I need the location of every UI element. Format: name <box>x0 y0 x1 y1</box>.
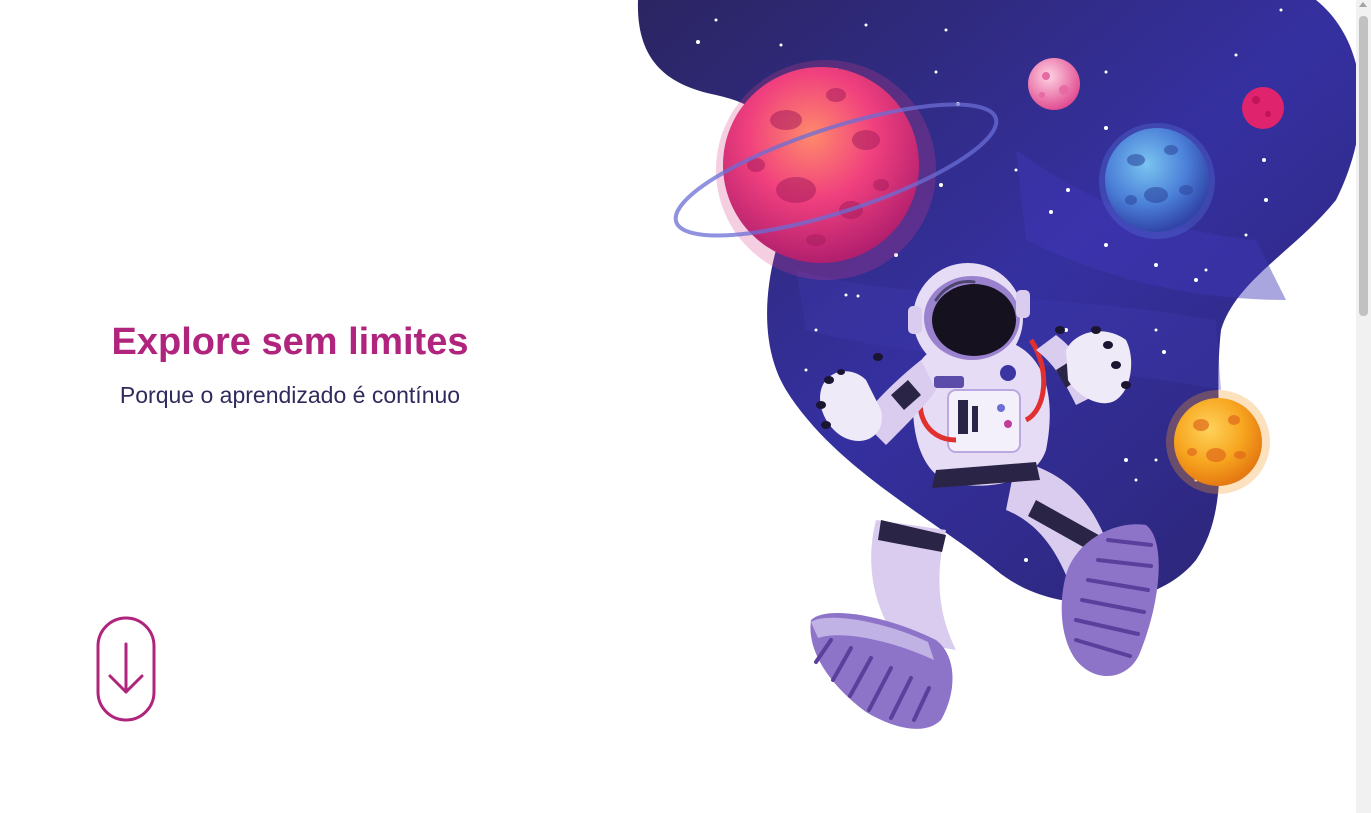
scroll-up-arrow-icon[interactable] <box>1359 2 1367 7</box>
landing-page: Explore sem limites Porque o aprendizado… <box>0 0 1371 813</box>
page-scrollbar[interactable] <box>1356 0 1371 813</box>
hero-title: Explore sem limites <box>111 321 469 363</box>
hero-section: Explore sem limites Porque o aprendizado… <box>80 318 500 410</box>
astronaut-illustration <box>636 0 1361 813</box>
scrollbar-thumb[interactable] <box>1359 16 1368 316</box>
blue-planet-icon <box>1099 123 1215 239</box>
magenta-planet-icon <box>1242 87 1284 129</box>
scroll-down-button[interactable] <box>96 616 156 722</box>
small-pink-planet-icon <box>1028 58 1080 110</box>
arrow-down-icon <box>96 616 156 722</box>
hero-subtitle: Porque o aprendizado é contínuo <box>119 382 461 408</box>
orange-planet-icon <box>1166 390 1270 494</box>
